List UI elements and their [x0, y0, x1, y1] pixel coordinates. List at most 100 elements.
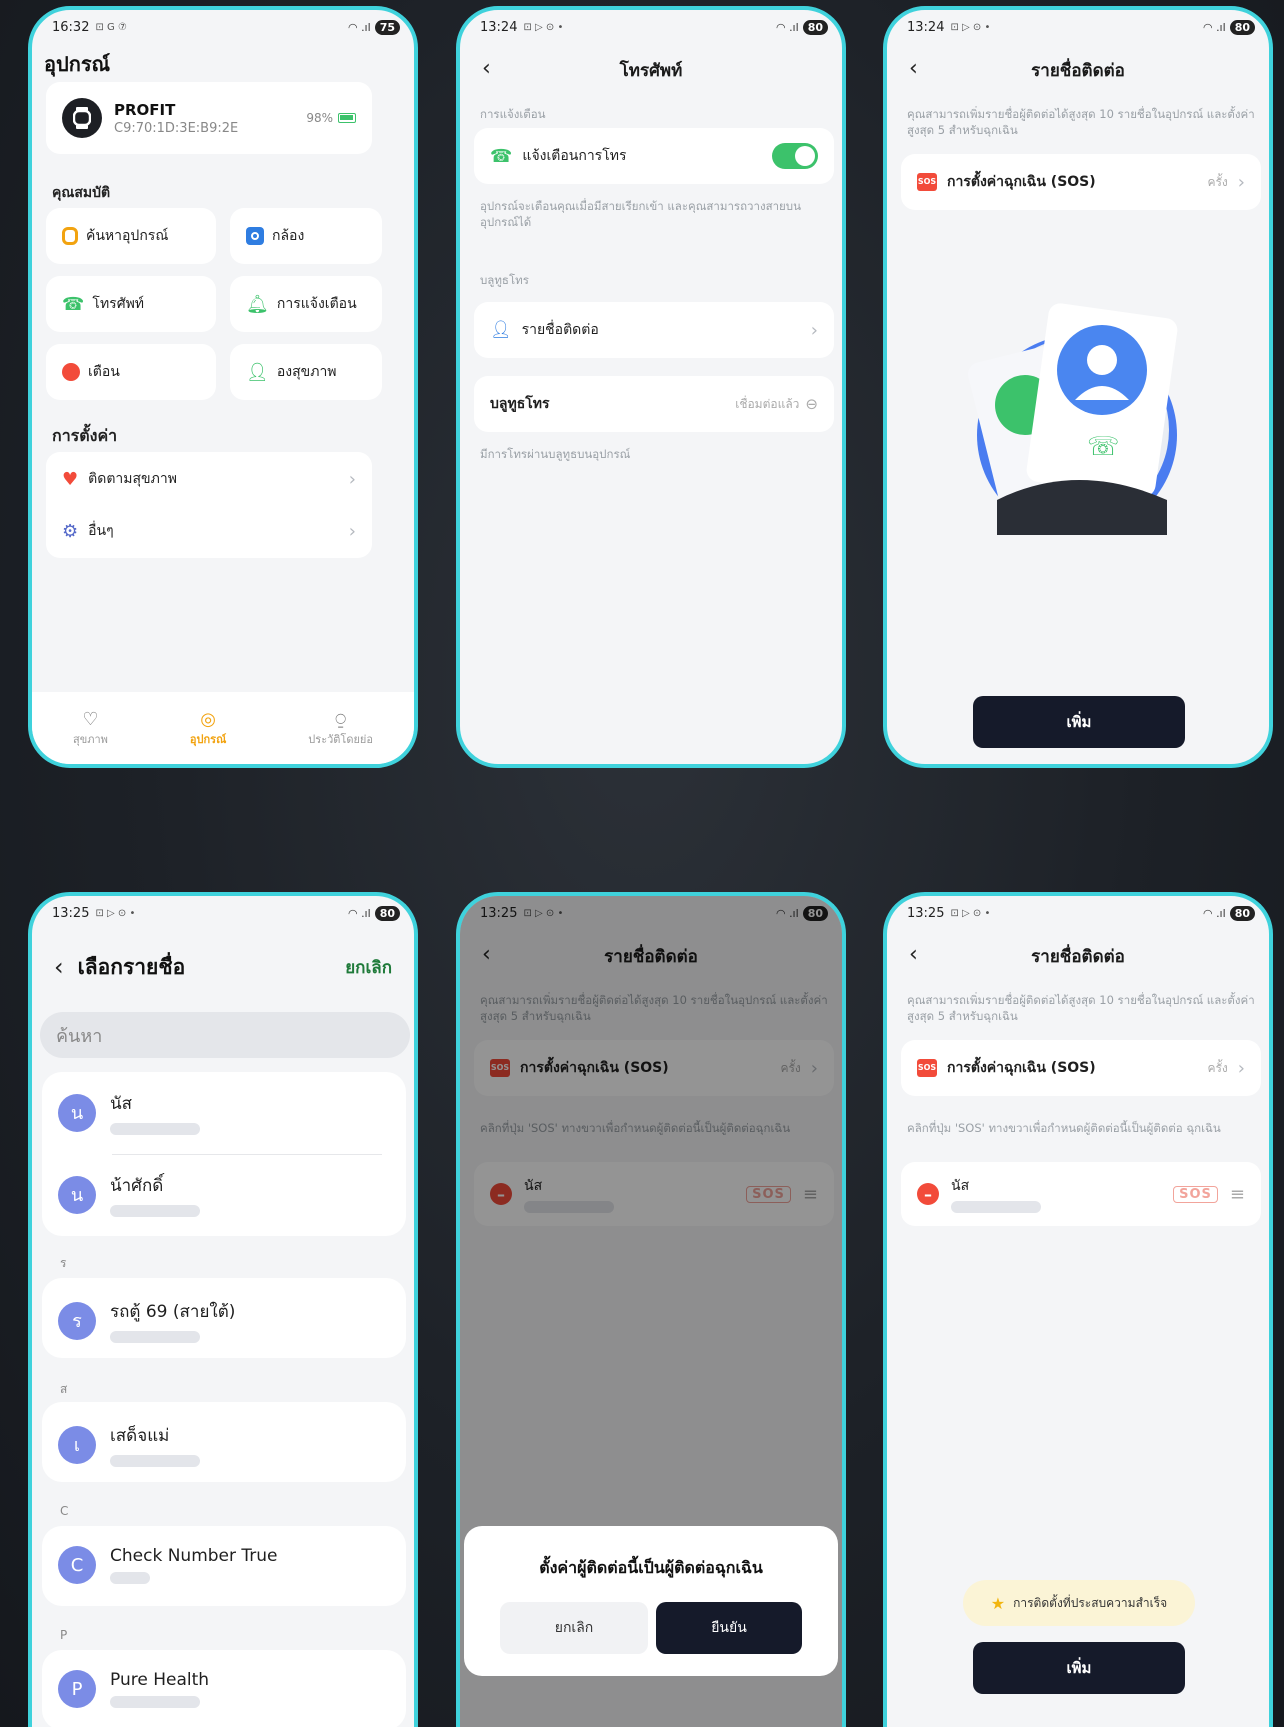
chevron-right-icon: ›: [348, 468, 356, 490]
contact-item[interactable]: C Check Number True: [58, 1546, 278, 1584]
search-field[interactable]: ค้นหา: [40, 1012, 410, 1058]
success-toast: ★ การติดตั้งที่ประสบความสำเร็จ: [963, 1580, 1195, 1626]
battery-icon: [338, 113, 356, 123]
contact-item[interactable]: น นัส: [58, 1090, 200, 1135]
status-time: 13:25: [52, 905, 90, 921]
call-alert-row: ☎ แจ้งเตือนการโทร: [474, 128, 834, 184]
phone-number-redacted: [110, 1455, 200, 1467]
status-time: 13:25: [907, 905, 945, 921]
heart-plus-icon: ♡: [82, 708, 99, 730]
phone-number-redacted: [110, 1696, 200, 1708]
sos-icon: SOS: [917, 1059, 937, 1077]
contact-name: Pure Health: [110, 1670, 210, 1690]
nav-label: ประวัติโดยย่อ: [308, 732, 373, 746]
row-label: รายชื่อติดต่อ: [521, 322, 599, 338]
tile-phone[interactable]: ☎ โทรศัพท์: [46, 276, 216, 332]
contact-name: นัส: [110, 1094, 132, 1114]
sos-settings-row[interactable]: SOS การตั้งค่าฉุกเฉิน (SOS) ครั้ง ›: [901, 154, 1261, 210]
call-alert-toggle[interactable]: [772, 143, 818, 169]
row-label: ติดตามสุขภาพ: [88, 471, 177, 487]
divider: [112, 1154, 382, 1155]
contact-group-card: P Pure Health: [42, 1650, 406, 1727]
contact-item[interactable]: เ เสด็จแม่: [58, 1422, 200, 1467]
status-icons: ⊡ G ⑦: [95, 21, 127, 33]
contact-group-card: เ เสด็จแม่: [42, 1402, 406, 1482]
contacts-description: คุณสามารถเพิ่มรายชื่อผู้ติดต่อได้สูงสุด …: [907, 993, 1255, 1023]
contacts-row[interactable]: 👤︎ รายชื่อติดต่อ ›: [474, 302, 834, 358]
drag-handle-icon[interactable]: ≡: [1230, 1184, 1245, 1205]
phone-number-redacted: [110, 1572, 150, 1584]
status-bar: 16:32 ⊡ G ⑦ ◠ .ıl 75: [32, 10, 414, 44]
page-title: อุปกรณ์: [44, 52, 111, 76]
sos-mode: ครั้ง: [1207, 174, 1228, 189]
bt-call-row[interactable]: บลูทูธโทร เชื่อมต่อแล้ว ⊖: [474, 376, 834, 432]
contact-item[interactable]: P Pure Health: [58, 1670, 209, 1708]
back-icon[interactable]: ‹: [909, 942, 918, 967]
tile-label: การแจ้งเตือน: [276, 296, 357, 312]
page-title: เลือกรายชื่อ: [77, 954, 186, 979]
tile-health[interactable]: 👤︎ องสุขภาพ: [230, 344, 382, 400]
settings-row-others[interactable]: ⚙ อื่นๆ ›: [62, 516, 356, 546]
sos-hint: คลิกที่ปุ่ม 'SOS' ทางขวาเพื่อกำหนดผู้ติด…: [907, 1121, 1221, 1135]
row-label: อื่นๆ: [88, 523, 114, 539]
cancel-button[interactable]: ยกเลิก: [345, 954, 392, 981]
settings-row-health[interactable]: ♥ ติดตามสุขภาพ ›: [62, 464, 356, 494]
contact-name: รถตู้ 69 (สายใต้): [110, 1302, 236, 1322]
nav-device[interactable]: ◎ อุปกรณ์: [190, 709, 226, 748]
toast-text: การติดตั้งที่ประสบความสำเร็จ: [1013, 1595, 1168, 1610]
chevron-right-icon: ›: [348, 520, 356, 542]
chevron-right-icon: ›: [810, 319, 818, 341]
wifi-icon: ◠ .ıl: [1202, 20, 1226, 34]
phone-icon: ☎: [62, 293, 85, 315]
status-time: 13:24: [907, 19, 945, 35]
back-icon[interactable]: ‹: [482, 56, 491, 81]
dialog-title: ตั้งค่าผู้ติดต่อนี้เป็นผู้ติดต่อฉุกเฉิน: [539, 1558, 763, 1577]
battery-level: 80: [802, 19, 828, 35]
avatar: P: [58, 1670, 96, 1708]
contact-name: นัส: [951, 1178, 970, 1194]
row-label: บลูทูธโทร: [490, 396, 550, 412]
tile-alarm[interactable]: เตือน: [46, 344, 216, 400]
status-bar: 13:24 ⊡ ▷ ⊙ • ◠ .ıl 80: [887, 10, 1269, 44]
back-icon[interactable]: ‹: [54, 953, 64, 981]
tile-notifications[interactable]: 🔔︎ การแจ้งเตือน: [230, 276, 382, 332]
wifi-icon: ◠ .ıl: [347, 906, 371, 920]
wifi-icon: ◠ .ıl: [1202, 906, 1226, 920]
nav-label: สุขภาพ: [73, 732, 108, 746]
add-button[interactable]: เพิ่ม: [973, 1642, 1185, 1694]
dialog-confirm-button[interactable]: ยืนยัน: [656, 1602, 802, 1654]
notify-description: อุปกรณ์จะเตือนคุณเมื่อมีสายเรียกเข้า และ…: [480, 199, 801, 229]
tile-label: ค้นหาอุปกรณ์: [86, 228, 169, 244]
contact-name: เสด็จแม่: [110, 1426, 170, 1446]
section-letter: ส: [60, 1382, 68, 1396]
sos-toggle-button[interactable]: SOS: [1173, 1185, 1218, 1203]
contact-row: – นัส SOS ≡: [901, 1162, 1261, 1226]
status-icons: ⊡ ▷ ⊙ •: [950, 907, 991, 919]
page-title: รายชื่อติดต่อ: [1031, 60, 1125, 81]
dialog-cancel-button[interactable]: ยกเลิก: [500, 1602, 648, 1654]
contact-item[interactable]: น น้าศักดิ์: [58, 1172, 200, 1217]
screen-phone: 13:24 ⊡ ▷ ⊙ • ◠ .ıl 80 ‹ โทรศัพท์ การแจ้งเ…: [456, 6, 846, 768]
contact-item[interactable]: ร รถตู้ 69 (สายใต้): [58, 1298, 235, 1343]
device-card[interactable]: PROFIT C9:70:1D:3E:B9:2E 98%: [46, 82, 372, 154]
status-bar: 13:25 ⊡ ▷ ⊙ • ◠ .ıl 80: [887, 896, 1269, 930]
nav-profile[interactable]: ⍜ ประวัติโดยย่อ: [308, 709, 373, 748]
device-mac: C9:70:1D:3E:B9:2E: [114, 120, 239, 136]
person-icon: ⍜: [335, 708, 347, 730]
nav-health[interactable]: ♡ สุขภาพ: [73, 709, 108, 748]
battery-level: 80: [374, 905, 400, 921]
battery-level: 75: [374, 19, 400, 35]
row-label: แจ้งเตือนการโทร: [522, 148, 627, 164]
sos-settings-row[interactable]: SOS การตั้งค่าฉุกเฉิน (SOS) ครั้ง ›: [901, 1040, 1261, 1096]
back-icon[interactable]: ‹: [909, 56, 918, 81]
add-button[interactable]: เพิ่ม: [973, 696, 1185, 748]
tile-camera[interactable]: กล้อง: [230, 208, 382, 264]
watch-icon: ◎: [200, 708, 216, 730]
contacts-description: คุณสามารถเพิ่มรายชื่อผู้ติดต่อได้สูงสุด …: [907, 107, 1255, 137]
select-header: ‹ เลือกรายชื่อ ยกเลิก: [32, 942, 414, 992]
navbar: ‹ รายชื่อติดต่อ: [887, 48, 1269, 92]
remove-icon[interactable]: –: [917, 1183, 939, 1205]
page-title: โทรศัพท์: [619, 60, 683, 81]
camera-icon: [246, 227, 264, 245]
tile-find-device[interactable]: ค้นหาอุปกรณ์: [46, 208, 216, 264]
